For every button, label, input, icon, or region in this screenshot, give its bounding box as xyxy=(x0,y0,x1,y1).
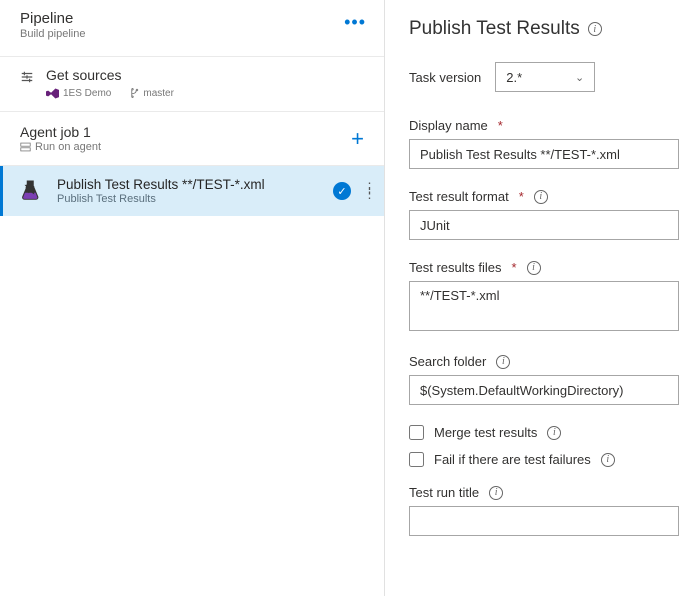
run-title-label: Test run title xyxy=(409,485,479,500)
display-name-input[interactable] xyxy=(409,139,679,169)
pipeline-more-button[interactable]: ••• xyxy=(340,10,370,35)
results-files-label: Test results files xyxy=(409,260,501,275)
info-icon[interactable]: i xyxy=(588,22,602,36)
pipeline-header: Pipeline Build pipeline ••• xyxy=(0,0,384,56)
branch-indicator: master xyxy=(129,87,174,99)
server-icon xyxy=(20,142,31,152)
info-icon[interactable]: i xyxy=(527,261,541,275)
vs-logo-icon xyxy=(46,88,59,99)
pipeline-title: Pipeline xyxy=(20,10,340,27)
agent-job-title: Agent job 1 xyxy=(20,124,345,140)
task-title: Publish Test Results **/TEST-*.xml xyxy=(57,177,323,192)
branch-name: master xyxy=(143,88,174,99)
get-sources-icon xyxy=(20,67,34,87)
info-icon[interactable]: i xyxy=(489,486,503,500)
repo-name: 1ES Demo xyxy=(63,88,111,99)
search-folder-input[interactable] xyxy=(409,375,679,405)
task-version-value: 2.* xyxy=(506,70,522,85)
task-version-label: Task version xyxy=(409,70,481,85)
get-sources-title: Get sources xyxy=(46,67,370,83)
info-icon[interactable]: i xyxy=(547,426,561,440)
add-task-button[interactable]: + xyxy=(345,126,370,152)
merge-results-label[interactable]: Merge test results xyxy=(434,425,537,440)
branch-icon xyxy=(129,87,139,99)
panel-title-row: Publish Test Results i xyxy=(409,18,679,40)
merge-results-checkbox[interactable] xyxy=(409,425,424,440)
task-version-select[interactable]: 2.* ⌄ xyxy=(495,62,595,92)
agent-job-row[interactable]: Agent job 1 Run on agent + xyxy=(0,111,384,166)
task-row-publish-test-results[interactable]: Publish Test Results **/TEST-*.xml Publi… xyxy=(0,166,384,216)
get-sources-row[interactable]: Get sources 1ES Demo master xyxy=(0,56,384,111)
result-format-input[interactable] xyxy=(409,210,679,240)
info-icon[interactable]: i xyxy=(601,453,615,467)
info-icon[interactable]: i xyxy=(534,190,548,204)
repo-indicator: 1ES Demo xyxy=(46,88,111,99)
fail-on-failures-label[interactable]: Fail if there are test failures xyxy=(434,452,591,467)
run-title-input[interactable] xyxy=(409,506,679,536)
fail-on-failures-checkbox[interactable] xyxy=(409,452,424,467)
search-folder-label: Search folder xyxy=(409,354,486,369)
task-selected-check-icon: ✓ xyxy=(333,182,351,200)
task-drag-handle[interactable]: ⋮⋮ xyxy=(361,185,378,197)
beaker-icon xyxy=(17,176,47,206)
result-format-label: Test result format xyxy=(409,189,509,204)
results-files-input[interactable] xyxy=(409,281,679,331)
display-name-label: Display name xyxy=(409,118,488,133)
pipeline-subtitle: Build pipeline xyxy=(20,28,340,40)
pipeline-left-pane: Pipeline Build pipeline ••• Get sources … xyxy=(0,0,385,596)
panel-title: Publish Test Results xyxy=(409,18,580,40)
chevron-down-icon: ⌄ xyxy=(575,71,584,84)
task-subtitle: Publish Test Results xyxy=(57,193,323,205)
info-icon[interactable]: i xyxy=(496,355,510,369)
agent-job-sub: Run on agent xyxy=(35,141,101,153)
task-details-pane: Publish Test Results i Task version 2.* … xyxy=(385,0,699,596)
